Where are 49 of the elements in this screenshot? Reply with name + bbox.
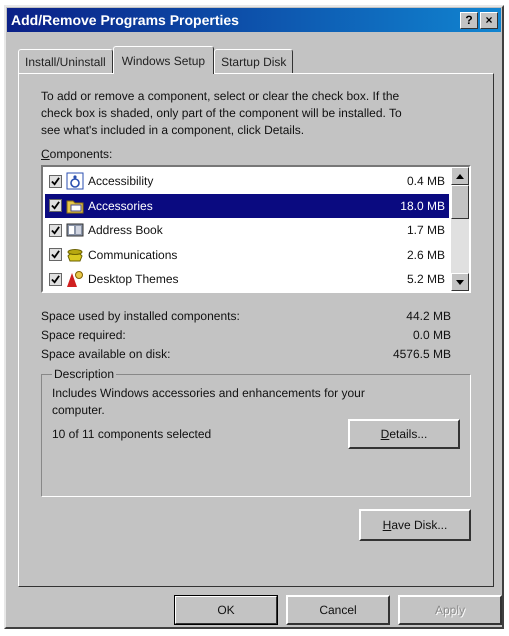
component-row[interactable]: Accessories 18.0 MB — [45, 194, 449, 218]
checkbox[interactable] — [49, 174, 62, 188]
dialog-button[interactable]: Cancel — [286, 595, 390, 625]
space-label: Space required: — [41, 328, 126, 342]
details-button[interactable]: Details... — [348, 419, 460, 449]
component-size: 0.4 MB — [406, 174, 445, 188]
component-name: Accessibility — [88, 174, 154, 188]
dialog-button[interactable]: OK — [174, 595, 278, 625]
tab[interactable]: Windows Setup — [112, 46, 214, 74]
component-size: 2.6 MB — [406, 248, 445, 262]
scrollbar[interactable] — [451, 167, 469, 291]
checkbox[interactable] — [49, 199, 62, 212]
scroll-up-button[interactable] — [451, 167, 469, 185]
have-disk-button[interactable]: Have Disk... — [359, 509, 471, 541]
selection-count: 10 of 11 components selected — [52, 427, 212, 441]
instructions-text: To add or remove a component, select or clear the check box. If the check box is shaded, only part of the component will be installed. To see what's included in a component, click Details. — [41, 88, 403, 139]
component-name: Accessories — [88, 198, 154, 213]
paint-icon — [66, 270, 84, 288]
up-arrow-icon — [456, 174, 464, 178]
component-row[interactable]: Desktop Themes 5.2 MB — [45, 267, 449, 292]
space-value: 44.2 MB — [406, 309, 451, 323]
window-title: Add/Remove Programs Properties — [11, 12, 239, 28]
checkbox[interactable] — [49, 248, 62, 262]
component-size: 5.2 MB — [406, 272, 445, 286]
component-name: Address Book — [88, 223, 164, 238]
tab[interactable]: Install/Uninstall — [18, 49, 113, 73]
component-row[interactable]: Communications 2.6 MB — [45, 242, 449, 267]
space-label: Space available on disk: — [41, 347, 170, 361]
space-value: 0.0 MB — [412, 328, 451, 342]
component-size: 18.0 MB — [400, 198, 445, 213]
component-row[interactable]: Address Book 1.7 MB — [45, 218, 449, 242]
component-name: Communications — [88, 248, 178, 262]
description-text: Includes Windows accessories and enhancements for your computer. — [52, 385, 366, 419]
space-label: Space used by installed components: — [41, 309, 240, 323]
help-button[interactable]: ? — [460, 12, 478, 28]
close-button[interactable]: × — [480, 12, 498, 28]
scroll-down-button[interactable] — [451, 273, 469, 291]
space-value: 4576.5 MB — [392, 347, 451, 361]
down-arrow-icon — [456, 280, 464, 284]
component-name: Desktop Themes — [88, 272, 180, 286]
components-label: Components: — [41, 147, 114, 161]
component-size: 1.7 MB — [406, 223, 445, 238]
tab[interactable]: Startup Disk — [214, 49, 294, 73]
checkbox[interactable] — [49, 272, 62, 286]
group-title: Description — [53, 367, 116, 381]
address-book-icon — [66, 221, 84, 240]
checkbox[interactable] — [49, 224, 62, 237]
component-row[interactable]: Accessibility 0.4 MB — [45, 169, 449, 194]
scroll-thumb[interactable] — [451, 185, 469, 219]
